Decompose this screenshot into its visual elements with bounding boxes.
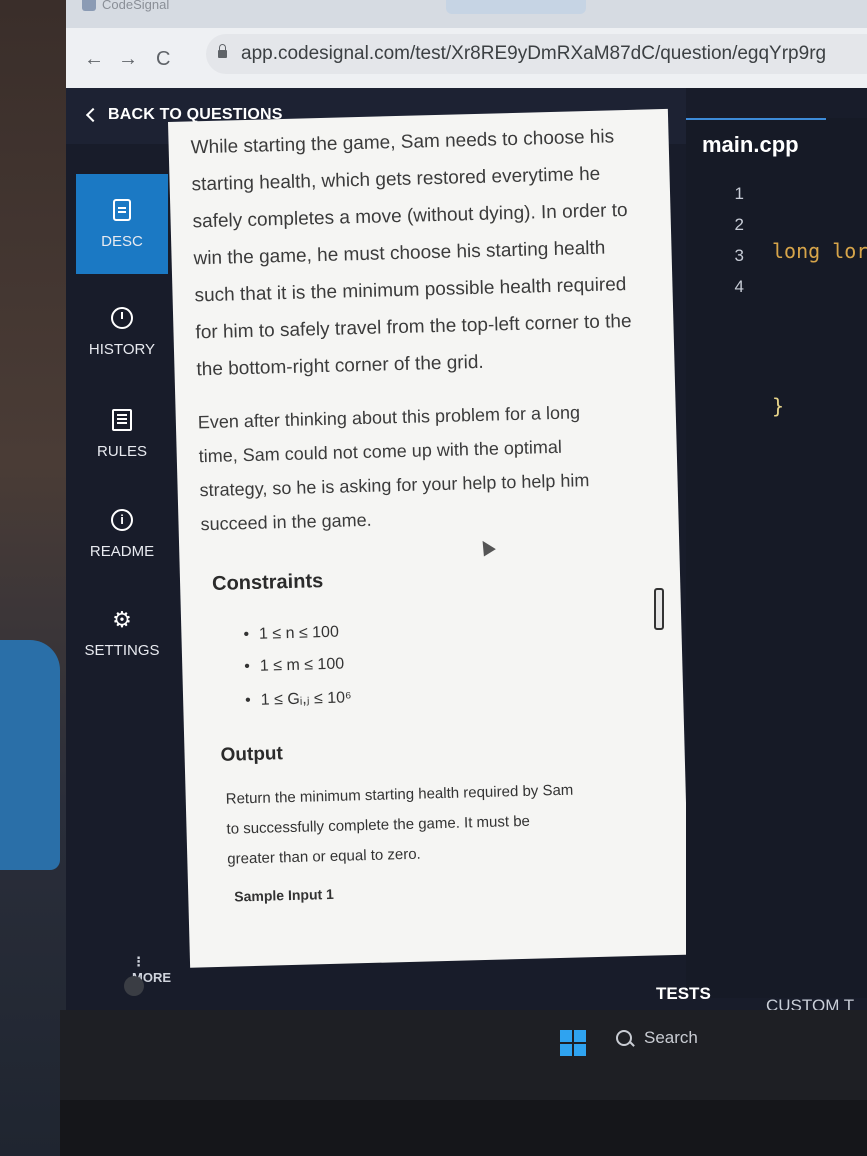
back-arrow-icon[interactable]: ← (84, 48, 104, 71)
code-editor[interactable]: main.cpp 1 2 3 4 long lor } (686, 118, 867, 998)
sidebar-nav: DESC HISTORY RULES i README ⚙ SETTINGS ⋮… (76, 144, 171, 985)
sidebar-item-label: README (89, 542, 155, 560)
browser-address-bar: ← → C app.codesignal.com/test/Xr8RE9yDmR… (66, 28, 867, 89)
sidebar-item-label: SETTINGS (84, 641, 160, 659)
sidebar-item-rules[interactable]: RULES (76, 384, 168, 484)
line-number-gutter: 1 2 3 4 (716, 178, 744, 302)
constraint-item: 1 ≤ m ≤ 100 (244, 656, 345, 677)
document-icon (113, 198, 131, 221)
url-field[interactable]: app.codesignal.com/test/Xr8RE9yDmRXaM87d… (206, 34, 867, 74)
codesignal-logo-icon (82, 0, 96, 11)
description-paragraph-1: While starting the game, Sam needs to ch… (190, 118, 647, 389)
search-icon (616, 1030, 632, 1046)
constraint-item: 1 ≤ n ≤ 100 (243, 624, 339, 644)
line-number: 3 (734, 246, 744, 265)
monitor-bezel (60, 1100, 867, 1156)
taskbar-search-label: Search (644, 1028, 698, 1047)
sidebar-item-label: DESC (101, 232, 143, 250)
active-tab-indicator (686, 118, 826, 120)
chrome-shortcut-icon[interactable] (124, 976, 144, 996)
browser-tab[interactable]: CodeSignal (82, 0, 312, 16)
mouse-cursor-icon (476, 537, 496, 557)
code-line: long lor (772, 239, 867, 263)
sidebar-item-settings[interactable]: ⚙ SETTINGS (76, 584, 168, 684)
os-taskbar: Search (60, 976, 867, 1100)
output-heading: Output (220, 743, 284, 766)
panel-resize-handle[interactable] (654, 588, 664, 630)
output-description: Return the minimum starting health requi… (225, 774, 647, 875)
description-paragraph-2: Even after thinking about this problem f… (197, 394, 650, 542)
code-content[interactable]: long lor } (772, 174, 867, 546)
browser-tab-title: CodeSignal (102, 0, 170, 12)
gear-icon: ⚙ (112, 606, 132, 632)
desk-background (0, 0, 70, 1156)
sample-input-label: Sample Input 1 (234, 885, 335, 905)
sidebar-item-history[interactable]: HISTORY (76, 282, 168, 382)
desk-object (0, 640, 60, 870)
line-number: 4 (734, 277, 744, 296)
sidebar-item-label: RULES (96, 442, 148, 460)
codesignal-app: BACK TO QUESTIONS DESC HISTORY RULES i R… (66, 88, 867, 1100)
code-line: } (772, 394, 785, 418)
info-icon: i (111, 508, 133, 531)
line-number: 1 (734, 184, 744, 203)
description-panel: While starting the game, Sam needs to ch… (168, 108, 690, 968)
sidebar-item-readme[interactable]: i README (76, 484, 168, 584)
browser-tab-active[interactable] (446, 0, 586, 14)
clock-icon (111, 306, 133, 329)
url-text: app.codesignal.com/test/Xr8RE9yDmRXaM87d… (241, 43, 827, 64)
sidebar-item-label: HISTORY (88, 340, 156, 358)
file-tab-main-cpp[interactable]: main.cpp (702, 132, 799, 158)
forward-arrow-icon[interactable]: → (118, 48, 138, 71)
sidebar-item-desc[interactable]: DESC (76, 174, 168, 274)
list-icon (112, 408, 132, 431)
line-number: 2 (734, 215, 744, 234)
taskbar-search[interactable]: Search (616, 1028, 698, 1048)
reload-icon[interactable]: C (156, 48, 170, 71)
windows-start-icon[interactable] (560, 1030, 586, 1056)
constraints-heading: Constraints (211, 570, 324, 595)
constraint-item: 1 ≤ Gᵢ,ⱼ ≤ 10⁶ (245, 687, 352, 710)
browser-tab-bar: CodeSignal (66, 0, 867, 29)
chevron-left-icon (85, 107, 101, 123)
lock-icon (218, 44, 227, 58)
